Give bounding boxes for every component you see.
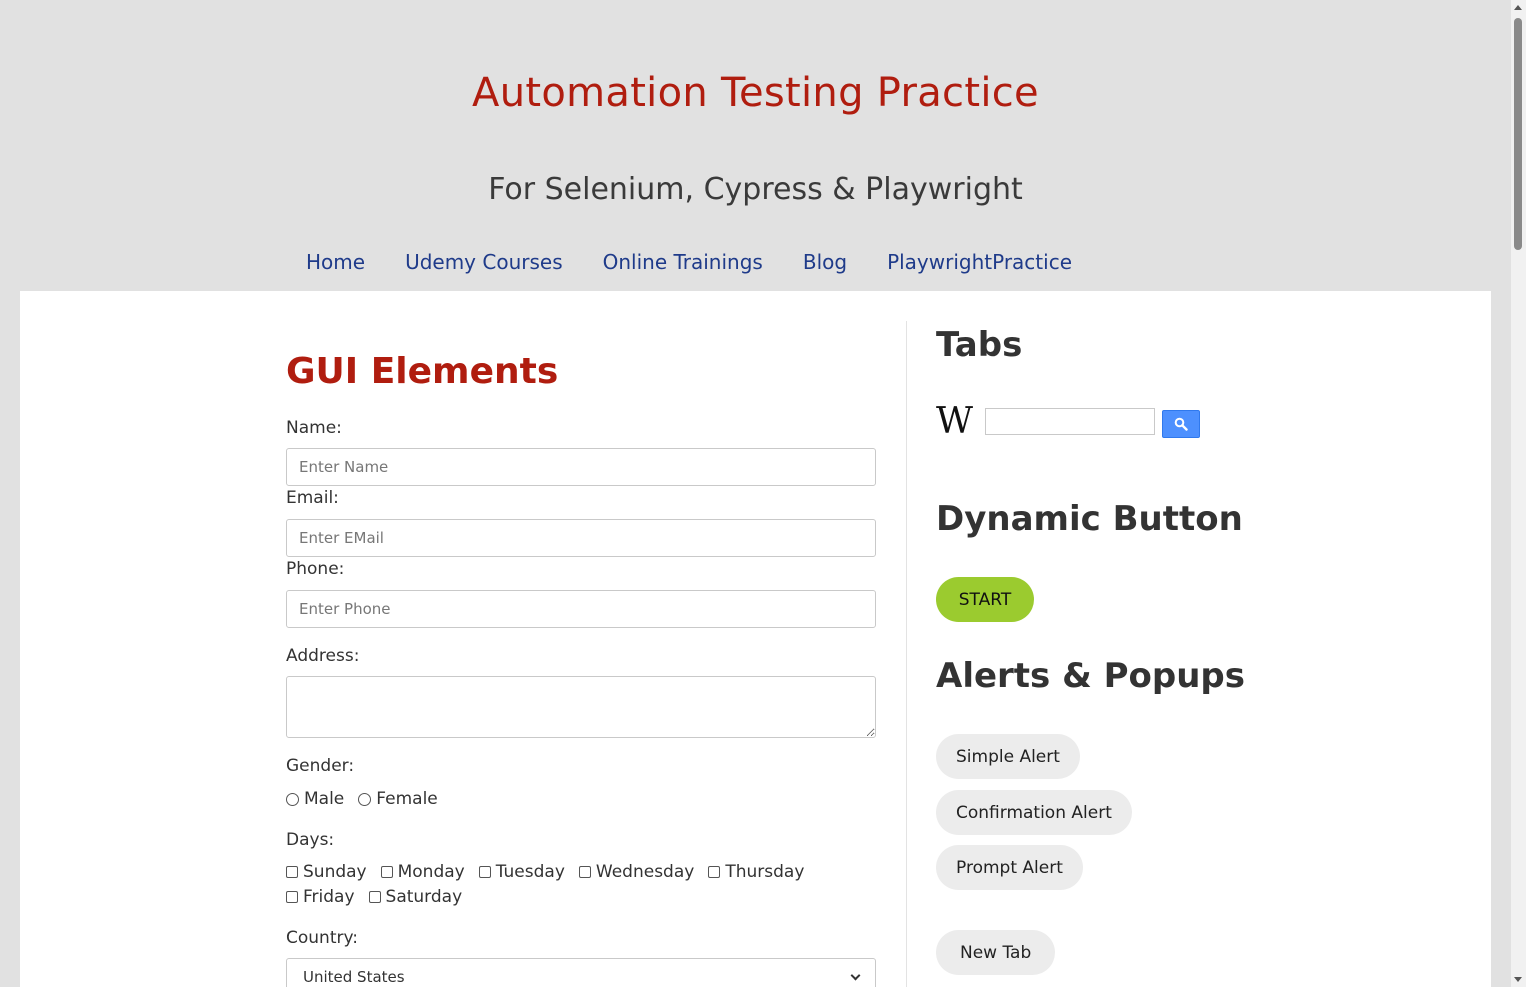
nav-item-online-trainings[interactable]: Online Trainings	[603, 250, 763, 274]
site-title: Automation Testing Practice	[472, 70, 1039, 116]
address-label: Address:	[286, 646, 360, 666]
gender-label: Gender:	[286, 756, 355, 776]
start-button[interactable]: START	[936, 577, 1034, 622]
prompt-alert-button[interactable]: Prompt Alert	[936, 845, 1083, 890]
simple-alert-button[interactable]: Simple Alert	[936, 734, 1080, 779]
sunday-label: Sunday	[303, 862, 367, 882]
thursday-checkbox[interactable]	[708, 866, 721, 878]
country-label: Country:	[286, 928, 359, 948]
male-radio[interactable]	[286, 792, 299, 806]
confirmation-alert-button[interactable]: Confirmation Alert	[936, 790, 1132, 835]
name-label: Name:	[286, 418, 342, 438]
days-row-1: Sunday Monday Tuesday Wednesday Thursday	[286, 862, 818, 882]
country-select[interactable]: United States	[286, 958, 876, 987]
monday-checkbox[interactable]	[380, 866, 393, 878]
days-label: Days:	[286, 830, 335, 850]
wikipedia-logo-icon: W	[936, 401, 973, 442]
wednesday-checkbox[interactable]	[578, 866, 591, 878]
day-friday-option[interactable]: Friday	[286, 887, 355, 907]
day-thursday-option[interactable]: Thursday	[708, 862, 804, 882]
male-label: Male	[304, 789, 345, 809]
monday-label: Monday	[397, 862, 465, 882]
day-sunday-option[interactable]: Sunday	[286, 862, 367, 882]
scroll-down-arrow-icon[interactable]	[1514, 977, 1522, 982]
sunday-checkbox[interactable]	[286, 866, 298, 878]
days-row-2: Friday Saturday	[286, 887, 476, 907]
scroll-up-arrow-icon[interactable]	[1514, 5, 1522, 10]
content-area: GUI Elements Name: Email: Phone: Address…	[20, 291, 1491, 987]
main-nav: Home Udemy Courses Online Trainings Blog…	[306, 250, 1072, 274]
gender-male-option[interactable]: Male	[286, 789, 344, 809]
day-monday-option[interactable]: Monday	[380, 862, 465, 882]
alerts-title: Alerts & Popups	[936, 656, 1246, 696]
email-input[interactable]	[286, 519, 876, 557]
email-label: Email:	[286, 488, 339, 508]
thursday-label: Thursday	[725, 862, 805, 882]
name-input[interactable]	[286, 448, 876, 486]
search-icon	[1174, 417, 1188, 431]
tabs-title: Tabs	[936, 325, 1023, 365]
day-tuesday-option[interactable]: Tuesday	[478, 862, 565, 882]
day-saturday-option[interactable]: Saturday	[368, 887, 463, 907]
wednesday-label: Wednesday	[595, 862, 695, 882]
nav-item-blog[interactable]: Blog	[803, 250, 847, 274]
wikipedia-search-button[interactable]	[1162, 410, 1200, 438]
dynamic-button-title: Dynamic Button	[936, 499, 1243, 539]
tuesday-label: Tuesday	[495, 862, 565, 882]
nav-item-playwright-practice[interactable]: PlaywrightPractice	[887, 250, 1072, 274]
nav-item-home[interactable]: Home	[306, 250, 365, 274]
friday-checkbox[interactable]	[286, 891, 298, 903]
chevron-down-icon	[850, 970, 861, 980]
female-radio[interactable]	[358, 792, 372, 806]
phone-input[interactable]	[286, 590, 876, 628]
site-description: For Selenium, Cypress & Playwright	[488, 172, 1023, 207]
wikipedia-search-input[interactable]	[985, 408, 1155, 435]
saturday-checkbox[interactable]	[368, 891, 381, 903]
country-selected-value: United States	[303, 968, 405, 986]
day-wednesday-option[interactable]: Wednesday	[578, 862, 695, 882]
column-divider	[906, 321, 907, 987]
address-textarea[interactable]	[286, 676, 876, 738]
female-label: Female	[376, 789, 438, 809]
page-scrollbar[interactable]	[1511, 0, 1526, 987]
new-tab-button[interactable]: New Tab	[936, 930, 1056, 975]
scrollbar-thumb[interactable]	[1514, 18, 1522, 250]
section-title: GUI Elements	[286, 351, 559, 392]
saturday-label: Saturday	[385, 887, 463, 907]
nav-item-udemy-courses[interactable]: Udemy Courses	[405, 250, 563, 274]
phone-label: Phone:	[286, 559, 345, 579]
gender-female-option[interactable]: Female	[358, 789, 438, 809]
friday-label: Friday	[303, 887, 355, 907]
tuesday-checkbox[interactable]	[478, 866, 491, 878]
gender-options: Male Female	[286, 789, 452, 809]
